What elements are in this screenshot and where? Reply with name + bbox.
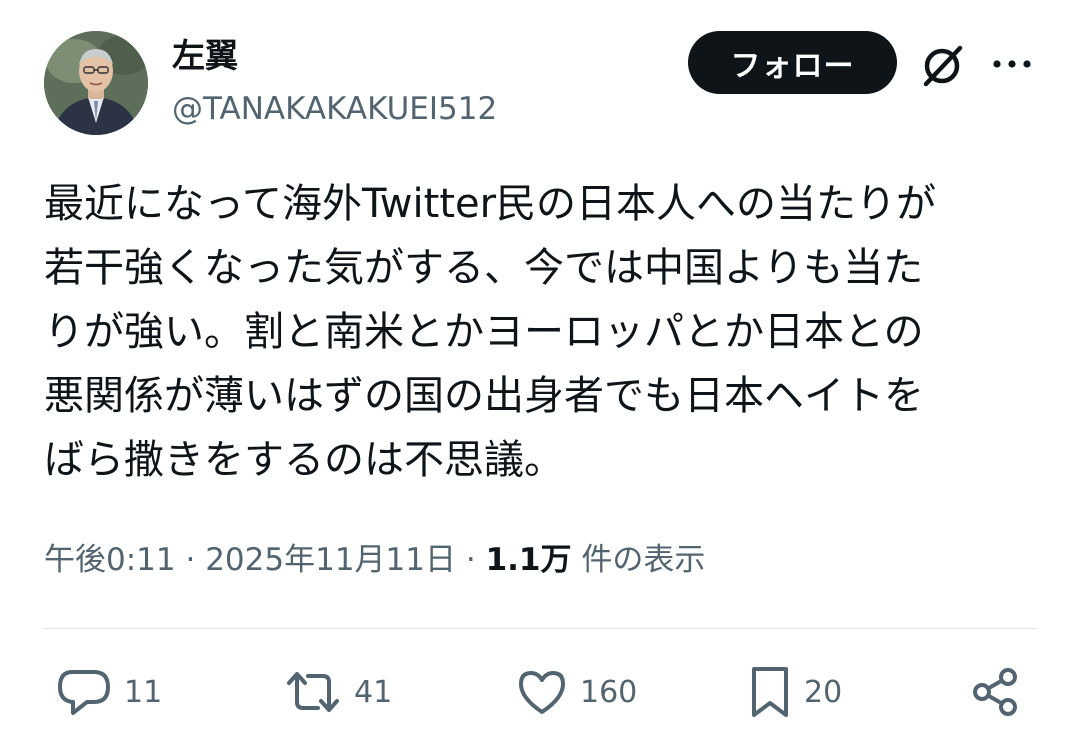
author-display-name[interactable]: 左翼 [172,34,238,78]
tweet-text: 最近になって海外Twitter民の日本人への当たりが 若干強くなった気がする、今… [44,181,937,483]
bookmark-button[interactable]: 20 [748,664,842,720]
reply-count: 11 [124,674,163,710]
views-label: 件の表示 [581,542,706,578]
grok-icon[interactable] [918,42,966,90]
divider [44,628,1036,629]
share-icon [970,666,1022,718]
like-count: 160 [580,674,638,710]
meta-separator: · [185,542,196,578]
follow-button[interactable]: フォロー [688,31,897,94]
views-count[interactable]: 1.1万 [486,542,572,578]
share-button[interactable] [970,664,1022,720]
bookmark-icon [748,665,792,719]
repost-button[interactable]: 41 [284,664,392,720]
more-icon[interactable] [990,54,1034,74]
repost-icon [284,666,342,718]
repost-count: 41 [354,674,393,710]
tweet-date[interactable]: 2025年11月11日 [205,542,456,578]
avatar[interactable] [44,31,148,135]
tweet-time[interactable]: 午後0:11 [44,542,176,578]
heart-icon [516,668,568,716]
bookmark-count: 20 [804,674,843,710]
author-handle[interactable]: @TANAKAKAKUEI512 [172,88,497,130]
reply-icon [56,666,112,718]
like-button[interactable]: 160 [516,664,637,720]
meta-separator: · [465,542,476,578]
reply-button[interactable]: 11 [56,664,162,720]
tweet-meta: 午後0:11 · 2025年11月11日 · 1.1万 件の表示 [44,536,705,584]
